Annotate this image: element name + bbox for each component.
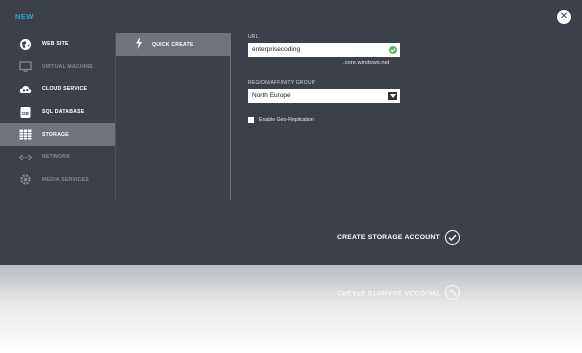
media-gear-icon: [19, 173, 32, 186]
new-dialog-screenshot: NEW ✕ WEB SITE VIRTUAL MACHINE CLOUD SER…: [0, 0, 582, 353]
nav-label: VIRTUAL MACHINE: [42, 63, 94, 70]
valid-check-icon: [389, 46, 397, 54]
create-storage-account-button[interactable]: CREATE STORAGE ACCOUNT: [337, 230, 460, 245]
storage-grid-icon: [19, 128, 32, 141]
checkmark-circle-icon: [444, 230, 460, 245]
globe-icon: [19, 38, 32, 51]
svg-text:DB: DB: [22, 111, 29, 116]
region-value: North Europe: [252, 92, 291, 99]
reflected-create-label: CREATE STORAGE ACCOUNT: [337, 289, 440, 296]
region-label: REGION/AFFINITY GROUP: [248, 80, 316, 86]
nav-label: SQL DATABASE: [42, 109, 85, 116]
dialog-title: NEW: [15, 12, 34, 21]
quick-create-option[interactable]: QUICK CREATE: [116, 33, 231, 56]
url-input[interactable]: enterprisecoding: [248, 43, 400, 57]
nav-item-sql-database[interactable]: DB SQL DATABASE: [0, 101, 115, 124]
close-button[interactable]: ✕: [557, 10, 571, 24]
checkmark-icon: [248, 125, 254, 130]
geo-replication-label: Enable Geo-Replication: [259, 117, 314, 123]
lightning-icon: [135, 36, 143, 54]
region-select[interactable]: North Europe: [248, 89, 400, 103]
url-suffix: .core.windows.net: [343, 60, 390, 66]
network-icon: [19, 151, 32, 164]
reflected-create-button: CREATE STORAGE ACCOUNT: [337, 285, 460, 300]
create-label: CREATE STORAGE ACCOUNT: [337, 234, 440, 241]
nav-label: CLOUD SERVICE: [42, 86, 88, 93]
chevron-down-icon: [388, 92, 397, 100]
url-value: enterprisecoding: [252, 46, 301, 53]
nav-label: STORAGE: [42, 131, 69, 138]
monitor-icon: [19, 60, 32, 73]
service-nav: WEB SITE VIRTUAL MACHINE CLOUD SERVICE D…: [0, 33, 115, 191]
new-dialog-panel: NEW ✕ WEB SITE VIRTUAL MACHINE CLOUD SER…: [0, 0, 582, 265]
create-options: QUICK CREATE: [115, 33, 231, 200]
quick-create-label: QUICK CREATE: [152, 41, 194, 48]
nav-item-storage[interactable]: STORAGE: [0, 123, 115, 146]
nav-label: NETWORK: [42, 154, 71, 161]
reflected-checkmark-circle-icon: [444, 285, 460, 300]
close-icon: ✕: [559, 11, 569, 22]
database-icon: DB: [19, 106, 32, 119]
reflection-background: [0, 265, 582, 353]
nav-label: WEB SITE: [42, 41, 69, 48]
nav-item-media-services[interactable]: MEDIA SERVICES: [0, 169, 115, 192]
url-label: URL: [248, 34, 259, 40]
nav-item-web-site[interactable]: WEB SITE: [0, 33, 115, 56]
nav-item-cloud-service[interactable]: CLOUD SERVICE: [0, 78, 115, 101]
nav-item-network[interactable]: NETWORK: [0, 146, 115, 169]
cloud-gear-icon: [19, 83, 32, 96]
geo-replication-checkbox[interactable]: [248, 117, 254, 130]
nav-label: MEDIA SERVICES: [42, 176, 89, 183]
nav-item-virtual-machine[interactable]: VIRTUAL MACHINE: [0, 56, 115, 79]
